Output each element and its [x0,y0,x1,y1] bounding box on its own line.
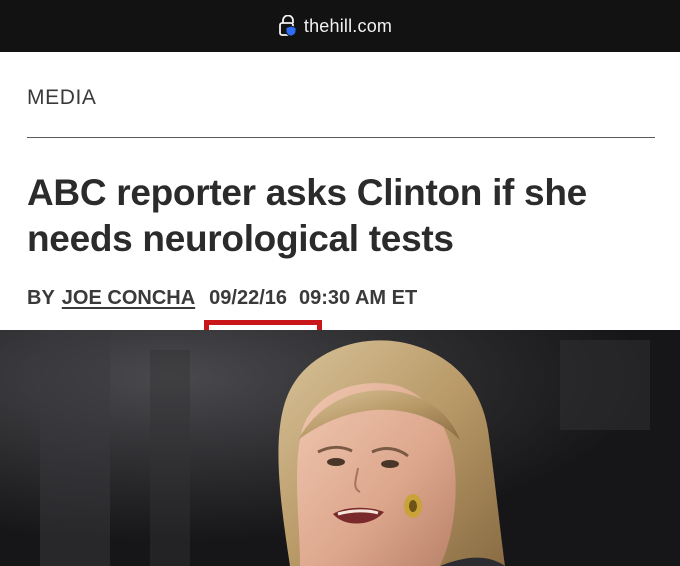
publish-time: 09:30 AM ET [299,286,418,309]
section-label[interactable]: MEDIA [27,86,97,110]
woman-speaking-photo [0,330,680,566]
lock-shield-icon [278,15,297,37]
byline: BY JOE CONCHA 09/22/16 09:30 AM ET [27,284,417,312]
browser-address-bar[interactable]: thehill.com [0,0,680,52]
section-divider [27,137,655,138]
article-header: MEDIA ABC reporter asks Clinton if she n… [0,52,680,374]
article-headline: ABC reporter asks Clinton if she needs n… [27,172,587,259]
publish-date: 09/22/16 [209,286,288,309]
address-bar-content: thehill.com [278,15,392,37]
byline-prefix: BY [27,286,55,309]
author-link[interactable]: JOE CONCHA [62,287,195,310]
url-text: thehill.com [303,15,393,36]
hero-photo [0,330,680,566]
